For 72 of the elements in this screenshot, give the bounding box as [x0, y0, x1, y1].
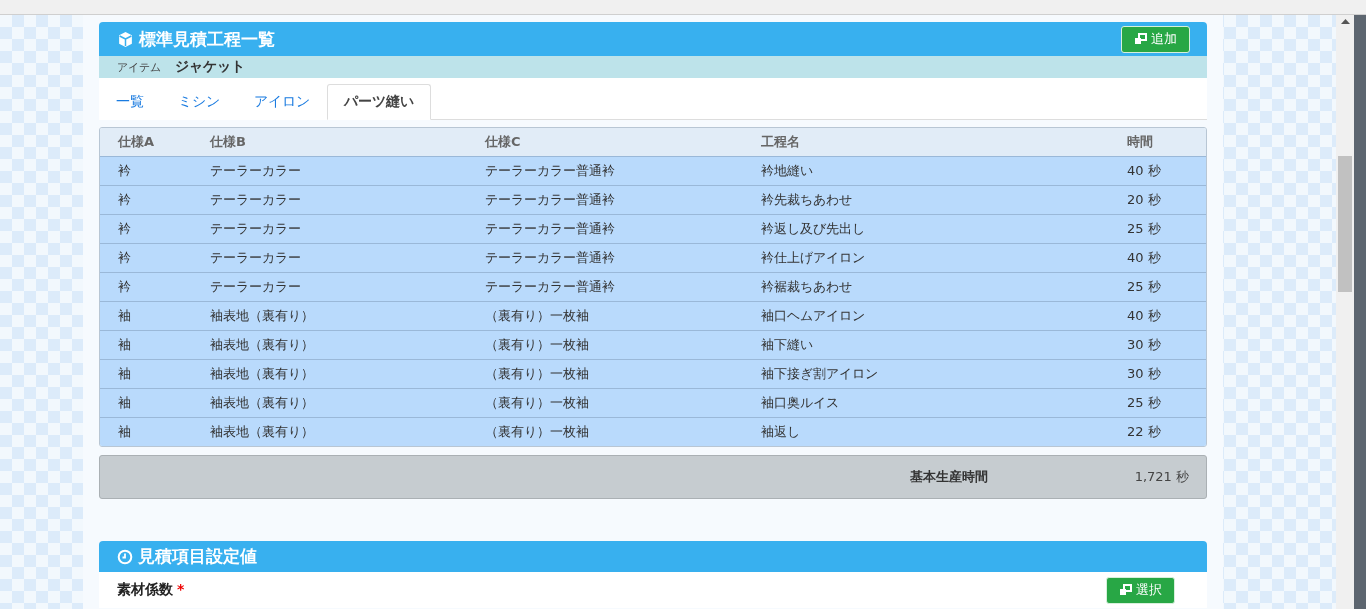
- panel-title: 見積項目設定値: [138, 545, 257, 568]
- table-cell-text: 袖表地（裏有り）: [210, 307, 315, 325]
- table-cell-text: 袖下接ぎ割アイロン: [761, 365, 879, 383]
- column-header: 仕様A: [118, 133, 156, 151]
- tab[interactable]: パーツ縫い: [327, 84, 431, 120]
- table-cell-text: 40 秒: [1127, 162, 1162, 180]
- column-header: 仕様C: [485, 133, 522, 151]
- windows-icon: [1119, 584, 1132, 596]
- table-cell-text: 袖: [118, 365, 132, 383]
- table-cell-text: 袖返し: [761, 423, 801, 441]
- table-cell-text: 30 秒: [1127, 336, 1162, 354]
- table-cell-text: 衿仕上げアイロン: [761, 249, 866, 267]
- column-header: 工程名: [761, 133, 801, 151]
- table-cell-text: 20 秒: [1127, 191, 1162, 209]
- table-cell-text: （裏有り）一枚袖: [485, 423, 590, 441]
- clock-icon: [117, 548, 133, 565]
- total-value: 1,721 秒: [1134, 468, 1189, 486]
- total-label: 基本生産時間: [909, 468, 989, 486]
- table-cell-text: 袖: [118, 307, 132, 325]
- table-cell-text: テーラーカラー: [210, 191, 302, 209]
- table-cell-text: 衿: [118, 191, 132, 209]
- table-cell-text: 30 秒: [1127, 365, 1162, 383]
- table-cell-text: テーラーカラー普通衿: [485, 162, 616, 180]
- table-cell-text: 袖表地（裏有り）: [210, 336, 315, 354]
- field-label: 素材係数 *: [117, 581, 185, 599]
- item-label: アイテム: [117, 59, 161, 75]
- table-cell-text: テーラーカラー普通衿: [485, 220, 616, 238]
- table-cell-text: 袖口ヘムアイロン: [761, 307, 866, 325]
- table-cell-text: 袖: [118, 423, 132, 441]
- table-cell-text: テーラーカラー: [210, 278, 302, 296]
- table-cell-text: （裏有り）一枚袖: [485, 394, 590, 412]
- select-button[interactable]: 選択: [1106, 576, 1175, 604]
- table-cell-text: 40 秒: [1127, 249, 1162, 267]
- table-cell-text: 40 秒: [1127, 307, 1162, 325]
- table-cell-text: 衿返し及び先出し: [761, 220, 866, 238]
- table-cell-text: 袖: [118, 394, 132, 412]
- table-cell-text: テーラーカラー普通衿: [485, 278, 616, 296]
- cube-icon: [117, 30, 134, 48]
- table-cell-text: 袖表地（裏有り）: [210, 423, 315, 441]
- table-cell-text: 衿裾裁ちあわせ: [761, 278, 853, 296]
- table-cell-text: 袖: [118, 336, 132, 354]
- table-cell-text: テーラーカラー普通衿: [485, 191, 616, 209]
- column-header: 時間: [1127, 133, 1154, 151]
- table-cell-text: テーラーカラー: [210, 162, 302, 180]
- table-cell-text: （裏有り）一枚袖: [485, 307, 590, 325]
- table-cell-text: 25 秒: [1127, 220, 1162, 238]
- table-cell-text: 25 秒: [1127, 278, 1162, 296]
- table-cell-text: テーラーカラー: [210, 220, 302, 238]
- table-cell-text: 衿: [118, 249, 132, 267]
- table-cell-text: 袖口奥ルイス: [761, 394, 840, 412]
- item-value: ジャケット: [175, 58, 245, 76]
- scroll-thumb[interactable]: [1338, 156, 1352, 292]
- table-cell-text: 衿: [118, 162, 132, 180]
- panel-title: 標準見積工程一覧: [139, 27, 275, 51]
- windows-icon: [1134, 33, 1147, 45]
- table-cell-text: 衿: [118, 278, 132, 296]
- table-cell-text: 衿地縫い: [761, 162, 814, 180]
- table-cell-text: テーラーカラー: [210, 249, 302, 267]
- table-cell-text: 25 秒: [1127, 394, 1162, 412]
- table-cell-text: 袖下縫い: [761, 336, 814, 354]
- scrollbar[interactable]: [1336, 15, 1354, 609]
- table-cell-text: 袖表地（裏有り）: [210, 365, 315, 383]
- table-cell-text: 衿先裁ちあわせ: [761, 191, 853, 209]
- table-cell-text: 衿: [118, 220, 132, 238]
- table-cell-text: 22 秒: [1127, 423, 1162, 441]
- table-cell-text: （裏有り）一枚袖: [485, 336, 590, 354]
- table-cell-text: （裏有り）一枚袖: [485, 365, 590, 383]
- scroll-up-icon[interactable]: [1340, 19, 1350, 24]
- column-header: 仕様B: [210, 133, 247, 151]
- table-cell-text: テーラーカラー普通衿: [485, 249, 616, 267]
- table-cell-text: 袖表地（裏有り）: [210, 394, 315, 412]
- add-button[interactable]: 追加: [1121, 25, 1190, 53]
